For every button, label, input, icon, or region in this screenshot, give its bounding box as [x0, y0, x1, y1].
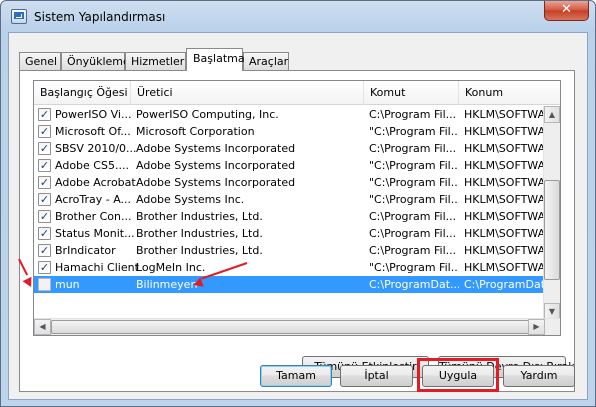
manufacturer-cell: Brother Industries, Ltd.	[136, 210, 263, 223]
tab-tools[interactable]: Araçlar	[243, 52, 289, 71]
column-header-command[interactable]: Komut	[364, 81, 459, 105]
location-cell: HKLM\SOFTWAR	[464, 159, 549, 172]
command-cell: C:\Program Fil...	[369, 227, 457, 240]
startup-item-name: Status Monit...	[55, 227, 135, 240]
startup-item-name: Adobe Acrobat	[55, 176, 136, 189]
startup-item-name: SBSV 2010/0...	[55, 142, 137, 155]
location-cell: HKLM\SOFTWAR	[464, 227, 549, 240]
command-cell: "C:\Program Fil...	[369, 125, 459, 138]
help-button[interactable]: Yardım	[503, 365, 575, 387]
command-cell: C:\ProgramDat...	[369, 278, 459, 291]
location-cell: HKLM\SOFTWAR	[464, 125, 549, 138]
list-body: ✓ PowerISO Vi... PowerISO Computing, Inc. C…	[34, 106, 549, 311]
title-bar[interactable]: Sistem Yapılandırması ✕	[1, 1, 595, 33]
manufacturer-cell: Adobe Systems Incorporated	[136, 142, 296, 155]
location-cell: HKLM\SOFTWAR	[464, 108, 549, 121]
table-row[interactable]: ✓ BrIndicator Brother Industries, Ltd. C:\P…	[34, 242, 549, 259]
tab-startup[interactable]: Başlatma	[186, 48, 245, 71]
horizontal-scroll-thumb[interactable]	[51, 320, 544, 334]
msconfig-app-icon	[11, 9, 27, 24]
apply-highlight-box	[417, 358, 499, 392]
table-row[interactable]: ✓ AcroTray - A... Adobe Systems Inc. "C:\Pr…	[34, 191, 549, 208]
command-cell: C:\Program Fil...	[369, 142, 457, 155]
system-configuration-window: Sistem Yapılandırması ✕ Genel Önyükleme …	[0, 0, 596, 407]
location-cell: C:\ProgramData	[464, 278, 549, 291]
tab-general[interactable]: Genel	[19, 52, 61, 71]
dialog-client-area: Genel Önyükleme Hizmetler Başlatma Araçl…	[8, 32, 588, 400]
table-row[interactable]: ✓ SBSV 2010/0... Adobe Systems Incorporate…	[34, 140, 549, 157]
window-title: Sistem Yapılandırması	[34, 10, 166, 24]
location-cell: HKLM\SOFTWAR	[464, 261, 549, 274]
manufacturer-cell: Microsoft Corporation	[136, 125, 255, 138]
command-cell: "C:\Program Fil...	[369, 193, 459, 206]
manufacturer-cell: Bilinmeyen	[136, 278, 198, 291]
manufacturer-cell: LogMeIn Inc.	[136, 261, 206, 274]
command-cell: "C:\Program Fil...	[369, 176, 459, 189]
manufacturer-cell: Adobe Systems Incorporated	[136, 176, 296, 189]
startup-tab-panel: Başlangıç Öğesi Üretici Komut Konum ✓ Pow…	[19, 70, 575, 392]
location-cell: HKLM\SOFTWAR	[464, 210, 549, 223]
location-cell: HKLM\SOFTWAR	[464, 142, 549, 155]
column-header-location[interactable]: Konum	[459, 81, 560, 105]
tab-services[interactable]: Hizmetler	[125, 52, 186, 71]
table-row[interactable]: ✓ PowerISO Vi... PowerISO Computing, Inc. C…	[34, 106, 549, 123]
vertical-scroll-thumb[interactable]	[544, 180, 560, 280]
command-cell: "C:\Program Fil...	[369, 261, 459, 274]
table-row[interactable]: ✓ Adobe CS5.... Adobe Systems Incorporated…	[34, 157, 549, 174]
scroll-right-arrow-icon[interactable]: ▶	[528, 319, 545, 335]
close-button[interactable]: ✕	[544, 1, 589, 21]
manufacturer-cell: Brother Industries, Ltd.	[136, 227, 263, 240]
manufacturer-cell: Adobe Systems Incorporated	[136, 159, 296, 172]
table-row[interactable]: ✓ Adobe Acrobat Adobe Systems Incorporated…	[34, 174, 549, 191]
scroll-left-arrow-icon[interactable]: ◀	[34, 319, 51, 335]
horizontal-scrollbar[interactable]: ◀ ▶	[34, 318, 560, 335]
list-header: Başlangıç Öğesi Üretici Komut Konum	[34, 81, 560, 105]
command-cell: C:\Program Fil...	[369, 244, 457, 257]
column-header-manufacturer[interactable]: Üretici	[131, 81, 364, 105]
command-cell: C:\Program Fil...	[369, 210, 457, 223]
manufacturer-cell: Adobe Systems Inc.	[136, 193, 245, 206]
startup-item-name: PowerISO Vi...	[55, 108, 132, 121]
ok-button[interactable]: Tamam	[260, 365, 332, 387]
tab-boot[interactable]: Önyükleme	[61, 52, 130, 71]
column-header-startup-item[interactable]: Başlangıç Öğesi	[34, 81, 131, 105]
location-cell: HKLM\SOFTWAR	[464, 244, 549, 257]
command-cell: C:\Program Fil...	[369, 108, 457, 121]
table-row[interactable]: ✓ Brother Con... Brother Industries, Ltd. C…	[34, 208, 549, 225]
manufacturer-cell: PowerISO Computing, Inc.	[136, 108, 279, 121]
scroll-up-arrow-icon[interactable]: ▲	[544, 106, 560, 123]
cancel-button[interactable]: İptal	[340, 365, 413, 387]
startup-item-name: Hamachi Client	[55, 261, 139, 274]
startup-item-name: Microsoft Of...	[55, 125, 131, 138]
manufacturer-cell: Brother Industries, Ltd.	[136, 244, 263, 257]
startup-items-list[interactable]: Başlangıç Öğesi Üretici Komut Konum ✓ Pow…	[33, 80, 561, 336]
startup-item-name: Adobe CS5....	[55, 159, 129, 172]
startup-item-name: BrIndicator	[55, 244, 116, 257]
command-cell: "C:\Program Fil...	[369, 159, 459, 172]
table-row[interactable]: mun Bilinmeyen C:\ProgramDat... C:\ProgramD…	[34, 276, 549, 293]
startup-item-name: AcroTray - A...	[55, 193, 132, 206]
vertical-scrollbar[interactable]: ▲ ▼	[543, 106, 560, 320]
table-row[interactable]: ✓ Microsoft Of... Microsoft Corporation "C:…	[34, 123, 549, 140]
table-row[interactable]: ✓ Status Monit... Brother Industries, Ltd.…	[34, 225, 549, 242]
table-row[interactable]: ✓ Hamachi Client LogMeIn Inc. "C:\Program F…	[34, 259, 549, 276]
startup-item-name: Brother Con...	[55, 210, 132, 223]
startup-item-name: mun	[55, 278, 80, 291]
location-cell: HKLM\SOFTWAR	[464, 176, 549, 189]
location-cell: HKLM\SOFTWAR	[464, 193, 549, 206]
